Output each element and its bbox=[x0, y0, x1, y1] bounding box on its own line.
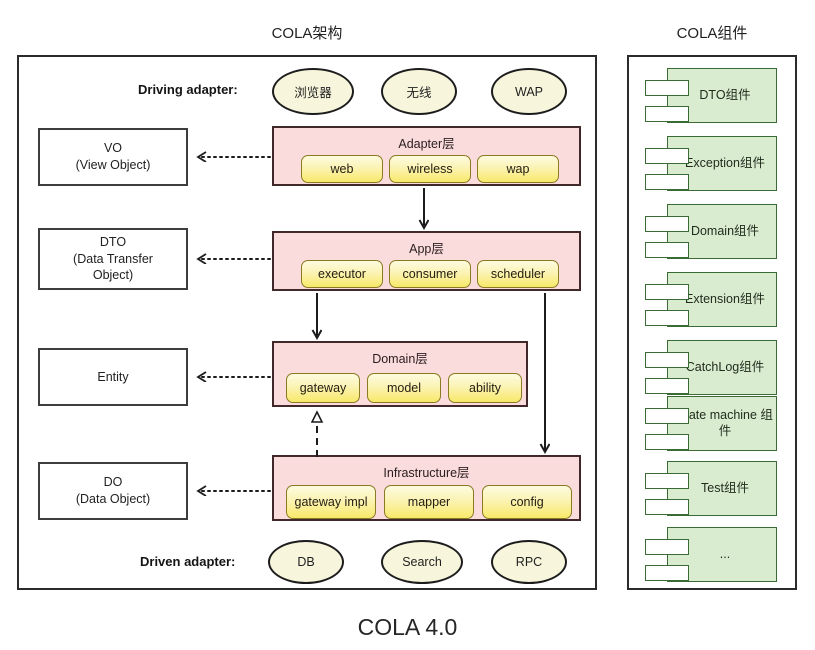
object-line1: Entity bbox=[97, 369, 129, 384]
driven-adapter-rpc[interactable]: RPC bbox=[491, 540, 567, 584]
architecture-title: COLA架构 bbox=[271, 25, 343, 42]
layer-title: Infrastructure层 bbox=[383, 466, 470, 480]
object-line2: (View Object) bbox=[75, 158, 151, 172]
chip-label: consumer bbox=[402, 266, 458, 281]
object-box-do: DO (Data Object) bbox=[38, 462, 188, 520]
chip-config[interactable]: config bbox=[482, 485, 572, 519]
component-tab-upper bbox=[645, 352, 689, 368]
chip-model[interactable]: model bbox=[367, 373, 441, 403]
ellipse-label: DB bbox=[297, 555, 315, 569]
chip-label: mapper bbox=[407, 494, 451, 509]
components-title: COLA组件 bbox=[676, 25, 748, 42]
object-line1: DTO bbox=[99, 234, 127, 249]
component-tab-upper bbox=[645, 539, 689, 555]
component-tab-upper bbox=[645, 148, 689, 164]
component-tab-lower bbox=[645, 499, 689, 515]
layer-title: Domain层 bbox=[372, 352, 428, 366]
layer-title: App层 bbox=[409, 242, 444, 256]
component-catchlog[interactable]: CatchLog组件 bbox=[645, 340, 777, 395]
object-line1: VO bbox=[103, 141, 123, 156]
chip-wireless[interactable]: wireless bbox=[389, 155, 471, 183]
object-box-vo: VO (View Object) bbox=[38, 128, 188, 186]
component-extension[interactable]: Extension组件 bbox=[645, 272, 777, 327]
component-tab-upper bbox=[645, 80, 689, 96]
object-box-entity: Entity bbox=[38, 348, 188, 406]
object-line2: (Data Transfer bbox=[73, 251, 153, 266]
chip-label: scheduler bbox=[490, 266, 546, 281]
chip-consumer[interactable]: consumer bbox=[389, 260, 471, 288]
component-tab-lower bbox=[645, 434, 689, 450]
component-tab-lower bbox=[645, 310, 689, 326]
chip-label: executor bbox=[318, 266, 366, 281]
chip-wap[interactable]: wap bbox=[477, 155, 559, 183]
object-line2: (Data Object) bbox=[75, 492, 151, 506]
component-tab-lower bbox=[645, 378, 689, 394]
ellipse-label: Search bbox=[402, 555, 442, 569]
component-tab-upper bbox=[645, 216, 689, 232]
chip-scheduler[interactable]: scheduler bbox=[477, 260, 559, 288]
layer-infrastructure: Infrastructure层 gateway impl mapper conf… bbox=[272, 455, 581, 521]
component-tab-lower bbox=[645, 174, 689, 190]
component-state-machine[interactable]: State machine 组件 bbox=[645, 396, 777, 451]
driven-adapter-search[interactable]: Search bbox=[381, 540, 463, 584]
component-test[interactable]: Test组件 bbox=[645, 461, 777, 516]
chip-label: wireless bbox=[407, 161, 453, 176]
ellipse-label: RPC bbox=[515, 555, 543, 569]
diagram-caption: COLA 4.0 bbox=[357, 614, 458, 640]
layer-title: Adapter层 bbox=[398, 137, 455, 151]
driving-adapter-browser[interactable]: 浏览器 bbox=[272, 68, 354, 115]
chip-label: web bbox=[330, 161, 354, 176]
chip-ability[interactable]: ability bbox=[448, 373, 522, 403]
component-more[interactable]: ... bbox=[645, 527, 777, 582]
layer-domain: Domain层 gateway model ability bbox=[272, 341, 528, 407]
chip-label: ability bbox=[469, 380, 501, 395]
chip-gateway-impl[interactable]: gateway impl bbox=[286, 485, 376, 519]
chip-web[interactable]: web bbox=[301, 155, 383, 183]
object-line3: Object) bbox=[92, 268, 134, 283]
component-tab-upper bbox=[645, 408, 689, 424]
ellipse-label: 浏览器 bbox=[294, 86, 332, 100]
chip-label: config bbox=[510, 494, 544, 509]
component-tab-upper bbox=[645, 473, 689, 489]
component-dto[interactable]: DTO组件 bbox=[645, 68, 777, 123]
component-tab-lower bbox=[645, 106, 689, 122]
component-exception[interactable]: Exception组件 bbox=[645, 136, 777, 191]
driven-adapter-label: Driven adapter: bbox=[140, 554, 236, 569]
driven-adapter-db[interactable]: DB bbox=[268, 540, 344, 584]
object-box-dto: DTO (Data Transfer Object) bbox=[38, 228, 188, 290]
component-tab-upper bbox=[645, 284, 689, 300]
component-domain[interactable]: Domain组件 bbox=[645, 204, 777, 259]
ellipse-label: WAP bbox=[514, 84, 543, 99]
driving-adapter-wireless[interactable]: 无线 bbox=[381, 68, 457, 115]
chip-executor[interactable]: executor bbox=[301, 260, 383, 288]
chip-gateway[interactable]: gateway bbox=[286, 373, 360, 403]
chip-label: wap bbox=[506, 161, 530, 176]
component-tab-lower bbox=[645, 242, 689, 258]
chip-mapper[interactable]: mapper bbox=[384, 485, 474, 519]
chip-label: gateway impl bbox=[294, 494, 368, 509]
object-line1: DO bbox=[103, 475, 123, 490]
driving-adapter-wap[interactable]: WAP bbox=[491, 68, 567, 115]
layer-adapter: Adapter层 web wireless wap bbox=[272, 126, 581, 186]
layer-app: App层 executor consumer scheduler bbox=[272, 231, 581, 291]
chip-label: model bbox=[386, 380, 422, 395]
component-tab-lower bbox=[645, 565, 689, 581]
driving-adapter-label: Driving adapter: bbox=[138, 82, 238, 97]
chip-label: gateway bbox=[299, 380, 347, 395]
ellipse-label: 无线 bbox=[406, 86, 432, 100]
